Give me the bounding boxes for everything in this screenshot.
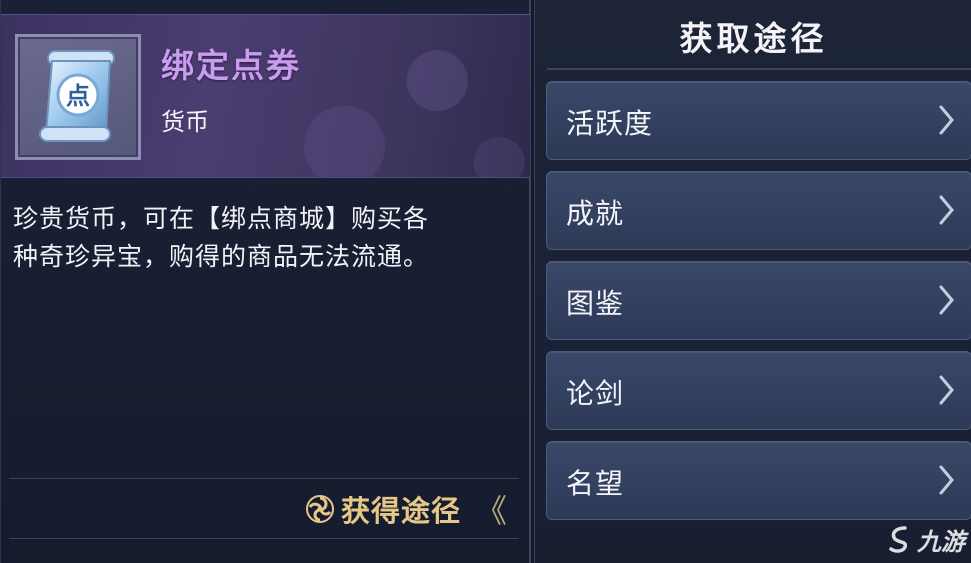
item-detail-panel: 点 绑定点券 货币 珍贵货币，可在【绑点商城】购买各 种奇珍异宝，购得的商品无法… [0,0,531,563]
source-item-label: 成就 [566,197,625,230]
double-chevron-left-icon: 《 [474,492,507,530]
watermark-text: 九游 [917,528,965,556]
source-item-label: 图鉴 [566,287,625,320]
item-name: 绑定点券 [161,46,301,85]
source-item-label: 论剑 [566,377,625,410]
chevron-right-icon [939,465,954,495]
item-description-line: 珍贵货币，可在【绑点商城】购买各 [13,204,430,233]
source-item-reputation[interactable]: 名望 [546,441,971,520]
source-item-label: 活跃度 [566,107,654,140]
watermark-logo: 九游 [887,522,965,557]
source-item-duel[interactable]: 论剑 [546,351,971,430]
acquire-methods-label: 获得途径 [340,494,461,528]
item-header: 点 绑定点券 货币 [1,14,530,178]
item-description-line: 种奇珍异宝，购得的商品无法流通。 [13,242,430,271]
acquire-methods-button[interactable]: 获得途径 《 [305,487,507,531]
chevron-right-icon [939,195,954,225]
chevron-right-icon [939,105,954,135]
swirl-emblem-icon [305,495,334,523]
item-icon-frame: 点 [15,34,141,160]
source-item-label: 名望 [566,467,625,500]
jiuyou-logo-icon [889,525,908,553]
bound-coupon-scroll-icon: 点 [39,50,115,142]
panel-title: 获取途径 [679,19,828,58]
svg-text:点: 点 [66,82,90,110]
source-item-achievement[interactable]: 成就 [546,171,971,250]
item-description: 珍贵货币，可在【绑点商城】购买各 种奇珍异宝，购得的商品无法流通。 [13,200,513,276]
source-item-codex[interactable]: 图鉴 [546,261,971,340]
chevron-right-icon [939,285,954,315]
item-type: 货币 [161,108,209,136]
source-item-activity[interactable]: 活跃度 [546,81,971,160]
acquisition-panel: 获取途径 活跃度 成就 图鉴 论剑 名望 九游 [534,0,971,563]
divider [9,538,519,539]
divider [9,478,519,479]
title-divider [547,68,971,70]
chevron-right-icon [939,375,954,405]
